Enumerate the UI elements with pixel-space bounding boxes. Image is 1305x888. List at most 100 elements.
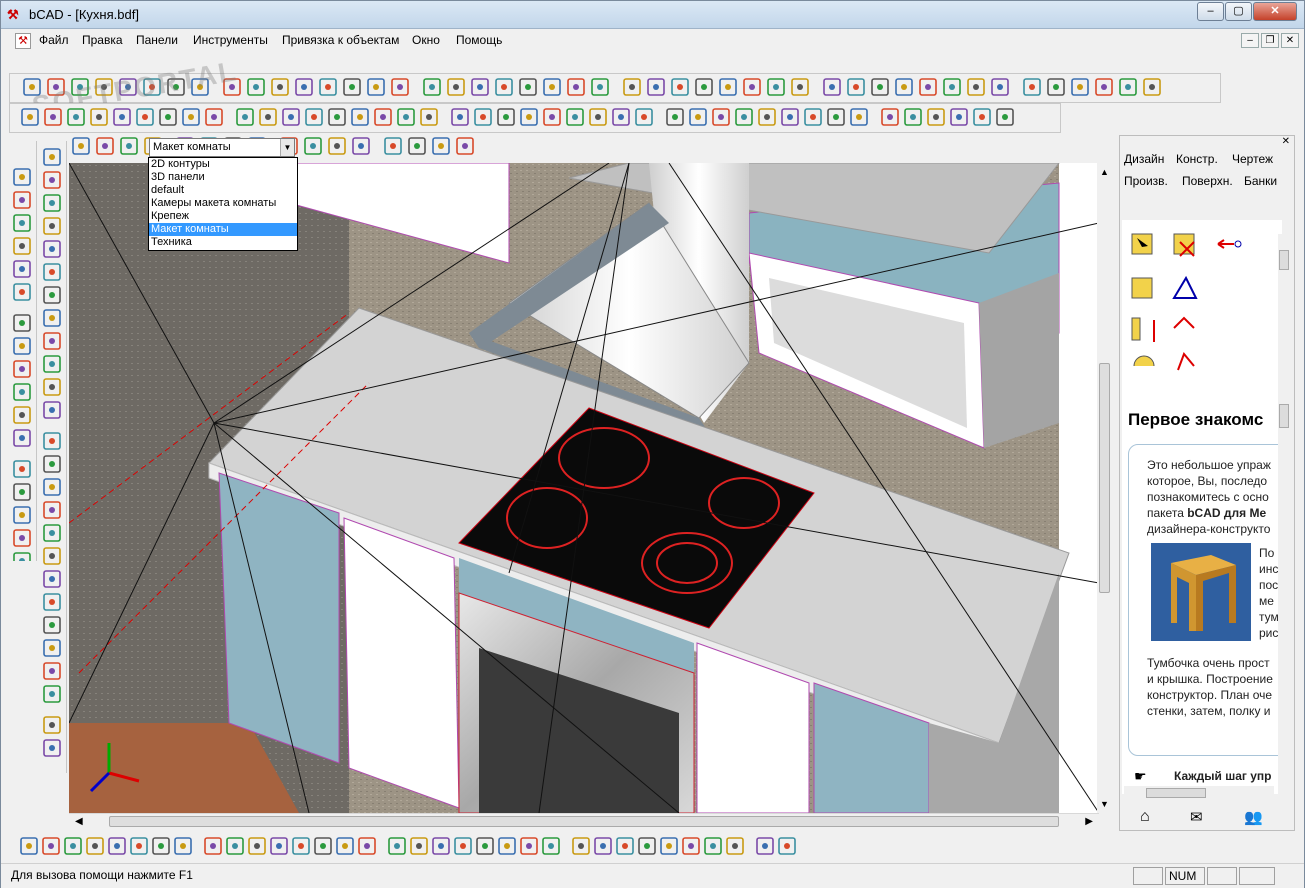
- toolbar-tool-glyph: [19, 243, 25, 249]
- mdi-restore-button[interactable]: ❐: [1261, 33, 1279, 48]
- menu-snap[interactable]: Привязка к объектам: [282, 33, 399, 47]
- vertical-scroll-thumb[interactable]: [1099, 363, 1110, 593]
- horizontal-scroll-thumb[interactable]: [109, 816, 1059, 827]
- toolbar-tool-glyph: [49, 315, 55, 321]
- para-line: и крышка. Построение: [1147, 672, 1273, 686]
- tab-construct[interactable]: Констр.: [1176, 152, 1218, 166]
- tools-scroll-thumb[interactable]: [1279, 250, 1289, 270]
- scroll-left-icon[interactable]: ◀: [75, 816, 83, 827]
- toolbar-tool-glyph: [762, 843, 768, 849]
- toolbar-tool-glyph: [49, 223, 55, 229]
- layer-option[interactable]: 3D панели: [149, 171, 297, 184]
- document-icon[interactable]: ⚒: [15, 33, 31, 49]
- toolbar-tool-glyph: [210, 843, 216, 849]
- layer-option[interactable]: default: [149, 184, 297, 197]
- tab-design[interactable]: Дизайн: [1124, 152, 1164, 166]
- edit-tool-icons[interactable]: [9, 141, 37, 570]
- help-hscrollbar[interactable]: [1124, 786, 1274, 800]
- menu-file[interactable]: Файл: [39, 33, 69, 47]
- horizontal-scrollbar[interactable]: ◀ ▶: [69, 813, 1099, 829]
- toolbar-tool-glyph: [504, 843, 510, 849]
- mdi-close-button[interactable]: ✕: [1281, 33, 1299, 48]
- 3d-viewport[interactable]: [69, 163, 1099, 813]
- menu-help[interactable]: Помощь: [456, 33, 502, 47]
- toolbar-tool-glyph: [49, 484, 55, 490]
- menu-window[interactable]: Окно: [412, 33, 440, 47]
- layer-option[interactable]: 2D контуры: [149, 158, 297, 171]
- toolbar-tool-glyph: [242, 114, 248, 120]
- toolbar-tool-glyph: [73, 114, 79, 120]
- layer-select-value: Макет комнаты: [153, 141, 231, 153]
- toolbar-tool-glyph: [853, 84, 859, 90]
- toolbar-tool-glyph: [188, 114, 194, 120]
- layer-option[interactable]: Техника: [149, 236, 297, 249]
- scroll-right-icon[interactable]: ▶: [1085, 816, 1093, 827]
- design-tool-icons[interactable]: [1122, 220, 1282, 380]
- toolbar-tool-glyph: [856, 114, 862, 120]
- toolbar-tool-glyph: [19, 435, 25, 441]
- toolbar-tool-glyph: [1077, 84, 1083, 90]
- minimize-button[interactable]: –: [1197, 2, 1224, 21]
- toolbar-tool-glyph: [334, 114, 340, 120]
- nightstand-image: [1151, 543, 1251, 641]
- toolbar-tool-glyph: [92, 843, 98, 849]
- help-title: Первое знакомс: [1128, 410, 1264, 429]
- toolbar-tool-glyph: [829, 84, 835, 90]
- tab-surfaces[interactable]: Поверхн.: [1182, 174, 1233, 188]
- side-line: пос: [1259, 578, 1278, 592]
- toolbar-tool-glyph: [1002, 114, 1008, 120]
- maximize-button[interactable]: ▢: [1225, 2, 1252, 21]
- help-hscroll-thumb[interactable]: [1146, 788, 1206, 798]
- close-button[interactable]: ✕: [1253, 2, 1297, 21]
- draw-tool-icons[interactable]: [39, 141, 67, 773]
- layer-option[interactable]: Камеры макета комнаты: [149, 197, 297, 210]
- layer-option-selected[interactable]: Макет комнаты: [149, 223, 297, 236]
- toolbar-tool-glyph: [429, 84, 435, 90]
- menu-edit[interactable]: Правка: [82, 33, 123, 47]
- toolbar-tool-glyph: [380, 114, 386, 120]
- toolbar-tool-glyph: [373, 84, 379, 90]
- intro-line: Это небольшое упраж: [1147, 458, 1271, 472]
- toolbar-tool-glyph: [597, 84, 603, 90]
- toolbar-tool-glyph: [232, 843, 238, 849]
- layer-option[interactable]: Крепеж: [149, 210, 297, 223]
- panel-close-icon[interactable]: ✕: [1282, 136, 1290, 147]
- tab-banks[interactable]: Банки: [1244, 174, 1277, 188]
- bottom-toolbar-icons[interactable]: [9, 833, 814, 859]
- help-scrollbar[interactable]: [1278, 384, 1290, 794]
- intro-line: пакета bCAD для Ме: [1147, 505, 1266, 521]
- layer-select[interactable]: Макет комнаты ▼: [149, 138, 295, 157]
- intro-line: которое, Вы, последо: [1147, 474, 1268, 488]
- toolbar-tool-glyph: [19, 266, 25, 272]
- toolbar-tool-glyph: [19, 558, 25, 564]
- toolbar-tool-glyph: [165, 114, 171, 120]
- toolbar-tool-glyph: [49, 553, 55, 559]
- tools-scrollbar[interactable]: [1278, 234, 1290, 384]
- kitchen-scene[interactable]: [69, 163, 1099, 813]
- chevron-down-icon[interactable]: ▼: [280, 139, 294, 156]
- scroll-up-icon[interactable]: ▲: [1100, 167, 1109, 177]
- toolbar-tool-glyph: [653, 84, 659, 90]
- help-scroll-thumb[interactable]: [1279, 404, 1289, 428]
- toolbar-tool-glyph: [211, 114, 217, 120]
- mail-icon[interactable]: ✉: [1190, 808, 1203, 826]
- toolbar-tool-glyph: [394, 843, 400, 849]
- menu-panels[interactable]: Панели: [136, 33, 178, 47]
- home-icon[interactable]: ⌂: [1140, 808, 1150, 826]
- mdi-minimize-button[interactable]: –: [1241, 33, 1259, 48]
- tab-drawing[interactable]: Чертеж: [1232, 152, 1273, 166]
- toolbar-tool-glyph: [526, 843, 532, 849]
- toolbar-tool-glyph: [19, 320, 25, 326]
- menu-tools[interactable]: Инструменты: [193, 33, 268, 47]
- toolbar-tool-glyph: [26, 843, 32, 849]
- toolbar-tool-glyph: [49, 361, 55, 367]
- vertical-scrollbar[interactable]: ▲ ▼: [1097, 163, 1113, 813]
- people-icon[interactable]: 👥: [1244, 808, 1263, 826]
- scroll-down-icon[interactable]: ▼: [1100, 799, 1109, 809]
- view-toolbar-icons[interactable]: [10, 104, 1062, 132]
- toolbar-tool-glyph: [677, 84, 683, 90]
- toolbar-tool-glyph: [19, 466, 25, 472]
- toolbar-tool-glyph: [180, 843, 186, 849]
- title-bar: ⚒ bCAD - [Кухня.bdf] – ▢ ✕: [1, 1, 1304, 29]
- tab-production[interactable]: Произв.: [1124, 174, 1168, 188]
